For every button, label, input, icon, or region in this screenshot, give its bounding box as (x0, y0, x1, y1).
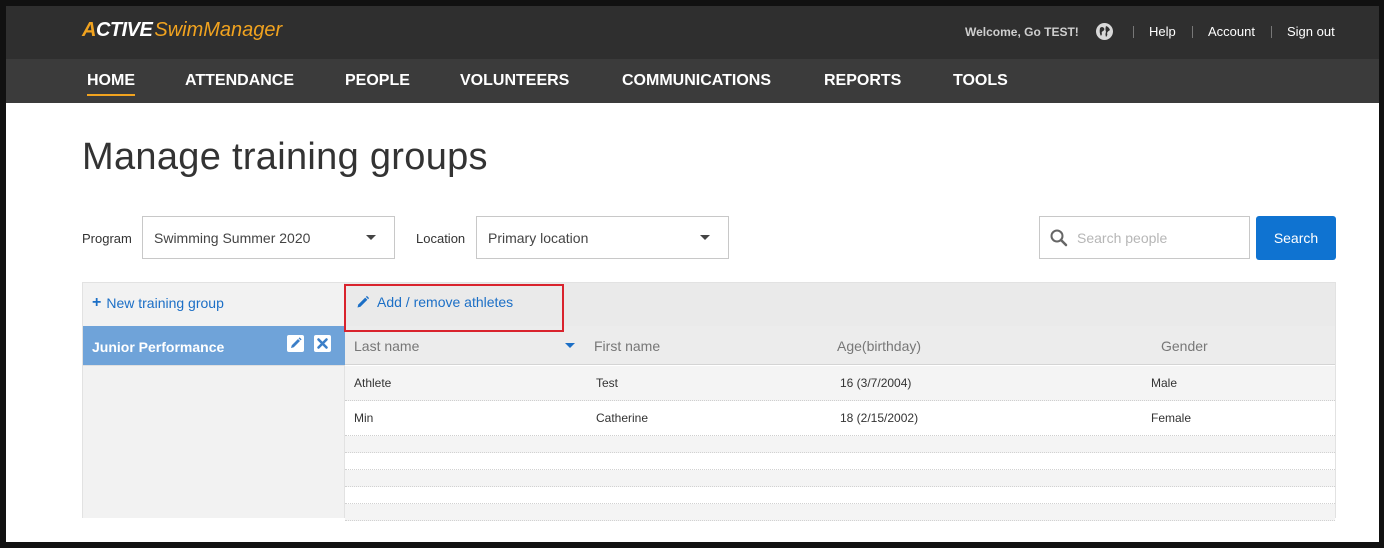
training-group-item[interactable]: Junior Performance (83, 326, 345, 366)
account-link[interactable]: Account (1208, 24, 1255, 39)
empty-row (345, 436, 1335, 453)
edit-icon[interactable] (287, 335, 304, 352)
search-icon (1050, 229, 1068, 252)
app-logo[interactable]: ACTIVE SwimManager (82, 19, 282, 45)
nav-communications[interactable]: COMMUNICATIONS (622, 72, 771, 90)
cell-first-name: Catherine (596, 411, 649, 425)
table-row[interactable]: Athlete Test 16 (3/7/2004) Male (345, 366, 1335, 401)
column-last-name[interactable]: Last name (354, 338, 419, 354)
athletes-toolbar: Add / remove athletes (345, 283, 1335, 326)
search-button[interactable]: Search (1256, 216, 1336, 260)
cell-last-name: Athlete (354, 376, 392, 390)
nav-reports[interactable]: REPORTS (824, 72, 901, 90)
table-header: Last name First name Age(birthday) Gende… (345, 326, 1335, 365)
training-groups-panel: + New training group Junior Performance (82, 282, 345, 518)
welcome-text: Welcome, Go TEST! (965, 25, 1079, 39)
training-group-name: Junior Performance (92, 339, 225, 355)
empty-row (345, 487, 1335, 504)
logo-product-text: SwimManager (154, 19, 283, 41)
logo-active-text: ACTIVE (82, 19, 153, 41)
top-bar: ACTIVE SwimManager Welcome, Go TEST! Hel… (6, 6, 1379, 59)
help-link[interactable]: Help (1149, 24, 1176, 39)
location-select[interactable]: Primary location (476, 216, 729, 259)
divider (1271, 26, 1272, 38)
add-remove-athletes-label: Add / remove athletes (377, 294, 514, 310)
nav-attendance[interactable]: ATTENDANCE (185, 72, 294, 90)
program-label: Program (82, 231, 132, 246)
divider (1192, 26, 1193, 38)
empty-row (345, 504, 1335, 521)
empty-row (345, 453, 1335, 470)
search-input[interactable] (1077, 227, 1242, 249)
program-value: Swimming Summer 2020 (154, 230, 311, 246)
table-row[interactable]: Min Catherine 18 (2/15/2002) Female (345, 401, 1335, 436)
new-training-group-label: New training group (106, 295, 224, 311)
main-nav: HOME ATTENDANCE PEOPLE VOLUNTEERS COMMUN… (6, 59, 1379, 103)
nav-tools[interactable]: TOOLS (953, 72, 1008, 90)
location-value: Primary location (488, 230, 589, 246)
location-label: Location (416, 231, 466, 246)
sort-down-icon[interactable] (565, 343, 575, 348)
column-first-name[interactable]: First name (594, 338, 660, 354)
page-title: Manage training groups (82, 136, 488, 178)
cell-last-name: Min (354, 411, 374, 425)
divider (1133, 26, 1134, 38)
chevron-down-icon (366, 235, 376, 240)
athletes-panel: Add / remove athletes Last name First na… (344, 282, 1336, 521)
search-field[interactable] (1039, 216, 1250, 259)
nav-people[interactable]: PEOPLE (345, 72, 410, 90)
new-training-group-link[interactable]: + New training group (92, 294, 224, 312)
sign-out-link[interactable]: Sign out (1287, 24, 1335, 39)
pencil-icon (357, 295, 370, 308)
cell-gender: Male (1151, 376, 1178, 390)
program-select[interactable]: Swimming Summer 2020 (142, 216, 395, 259)
column-age[interactable]: Age(birthday) (837, 338, 921, 354)
nav-volunteers[interactable]: VOLUNTEERS (460, 72, 569, 90)
cell-age: 16 (3/7/2004) (840, 376, 912, 390)
chevron-down-icon (700, 235, 710, 240)
plus-icon: + (92, 294, 102, 311)
delete-icon[interactable] (314, 335, 331, 352)
cell-age: 18 (2/15/2002) (840, 411, 919, 425)
cell-gender: Female (1151, 411, 1192, 425)
column-gender[interactable]: Gender (1161, 338, 1208, 354)
add-remove-athletes-link[interactable]: Add / remove athletes (356, 294, 513, 310)
cell-first-name: Test (596, 376, 619, 390)
globe-icon[interactable] (1096, 23, 1113, 40)
nav-home[interactable]: HOME (87, 72, 135, 96)
empty-row (345, 470, 1335, 487)
